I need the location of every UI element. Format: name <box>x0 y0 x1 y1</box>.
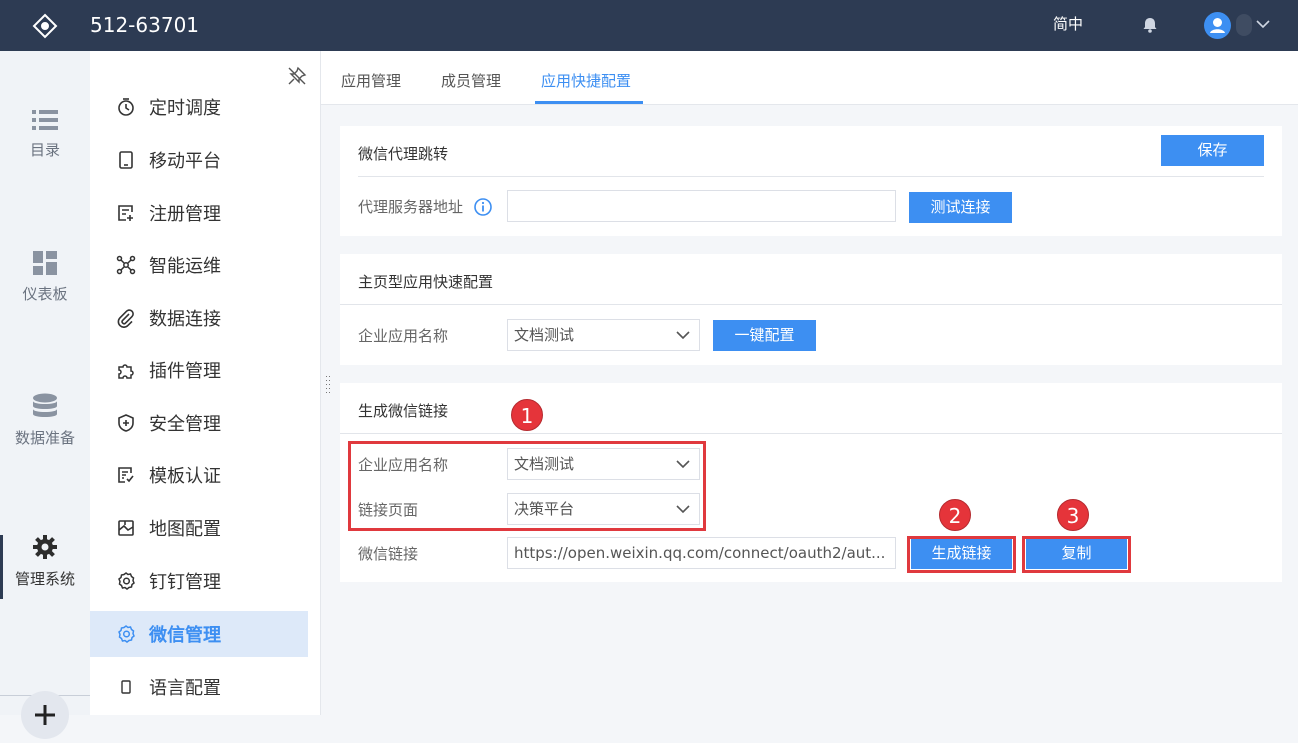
user-avatar[interactable] <box>1204 12 1231 39</box>
menu-item-register[interactable]: 注册管理 <box>90 190 308 236</box>
menu-item-template-auth[interactable]: 模板认证 <box>90 452 308 498</box>
quick-app-label: 企业应用名称 <box>358 327 449 345</box>
menu-item-security[interactable]: 安全管理 <box>90 400 308 446</box>
step-badge-1: 1 <box>511 399 543 431</box>
menu-item-label: 语言配置 <box>149 678 221 699</box>
rail-label: 仪表板 <box>22 285 68 303</box>
wechat-link-label: 微信链接 <box>358 545 419 563</box>
menu-item-label: 微信管理 <box>149 625 221 646</box>
chevron-down-icon <box>676 331 690 340</box>
menu-item-wechat[interactable]: 微信管理 <box>90 611 308 657</box>
map-icon <box>118 520 134 536</box>
template-icon <box>118 467 134 483</box>
rail-label: 目录 <box>29 141 60 159</box>
menu-item-label: 智能运维 <box>149 256 221 277</box>
plus-icon <box>35 705 55 725</box>
divider <box>358 176 1264 177</box>
rail-label: 管理系统 <box>14 570 75 588</box>
timer-icon <box>118 98 134 116</box>
menu-item-ops[interactable]: 智能运维 <box>90 242 308 288</box>
tab-quick-config[interactable]: 应用快捷配置 <box>541 70 631 91</box>
step-badge-2: 2 <box>939 499 971 531</box>
logo-icon[interactable] <box>32 13 58 39</box>
rail-item-catalog[interactable]: 目录 <box>0 109 90 160</box>
menu-item-data-connection[interactable]: 数据连接 <box>90 295 308 341</box>
active-tab-underline <box>535 101 643 104</box>
link-icon <box>117 309 134 328</box>
divider <box>340 433 1282 434</box>
menu-item-map[interactable]: 地图配置 <box>90 505 308 551</box>
chevron-down-icon[interactable] <box>1255 16 1271 32</box>
rail-item-dashboard[interactable]: 仪表板 <box>0 251 90 304</box>
menu-item-plugins[interactable]: 插件管理 <box>90 347 308 393</box>
one-click-config-button[interactable]: 一键配置 <box>713 320 816 351</box>
save-button[interactable]: 保存 <box>1161 135 1264 166</box>
menu-item-label: 注册管理 <box>149 204 221 225</box>
add-button[interactable] <box>21 691 69 739</box>
gear-small-icon <box>118 572 135 590</box>
rail-label: 数据准备 <box>14 429 75 447</box>
tab-app-management[interactable]: 应用管理 <box>341 70 401 91</box>
network-icon <box>116 255 136 275</box>
step-badge-3: 3 <box>1057 499 1089 531</box>
menu-item-label: 数据连接 <box>149 309 221 330</box>
user-name-masked <box>1236 14 1252 36</box>
top-bar: 512-63701 简中 <box>0 0 1298 51</box>
bell-icon[interactable] <box>1140 15 1160 35</box>
phone-icon <box>121 680 131 694</box>
puzzle-icon <box>118 364 134 379</box>
menu-item-label: 移动平台 <box>149 151 221 172</box>
menu-item-mobile[interactable]: 移动平台 <box>90 137 308 183</box>
menu-item-language[interactable]: 语言配置 <box>90 664 308 710</box>
rail-item-data-prep[interactable]: 数据准备 <box>0 393 90 448</box>
wechat-link-input[interactable]: https://open.weixin.qq.com/connect/oauth… <box>507 537 896 569</box>
database-icon <box>33 393 57 417</box>
proxy-section-title: 微信代理跳转 <box>358 145 449 163</box>
language-switch[interactable]: 简中 <box>1053 13 1083 34</box>
menu-item-label: 插件管理 <box>149 361 221 382</box>
menu-item-label: 定时调度 <box>149 98 221 119</box>
highlight-box-fields <box>348 441 706 531</box>
menu-item-label: 地图配置 <box>149 519 221 540</box>
menu-item-scheduler[interactable]: 定时调度 <box>90 84 308 130</box>
menu-item-label: 钉钉管理 <box>149 572 221 593</box>
gear-small-icon <box>118 625 135 643</box>
menu-item-label: 安全管理 <box>149 414 221 435</box>
menu-item-dingtalk[interactable]: 钉钉管理 <box>90 558 308 604</box>
app-title: 512-63701 <box>90 13 200 37</box>
generate-link-title: 生成微信链接 <box>358 402 449 420</box>
shield-icon <box>118 414 134 432</box>
quick-config-title: 主页型应用快速配置 <box>358 273 494 291</box>
list-icon <box>32 110 58 130</box>
resize-handle[interactable] <box>325 375 331 395</box>
highlight-box-generate <box>907 536 1016 573</box>
tab-member-management[interactable]: 成员管理 <box>441 70 501 91</box>
dashboard-icon <box>33 251 57 275</box>
proxy-server-label: 代理服务器地址 <box>358 198 464 216</box>
mobile-icon <box>119 151 133 169</box>
divider <box>340 304 1282 305</box>
test-connection-button[interactable]: 测试连接 <box>909 192 1012 223</box>
highlight-box-copy <box>1022 536 1131 573</box>
tab-bar: 应用管理 成员管理 应用快捷配置 <box>321 51 1298 105</box>
register-icon <box>118 205 133 221</box>
gear-icon <box>33 535 57 559</box>
menu-item-label: 模板认证 <box>149 466 221 487</box>
rail-item-admin[interactable]: 管理系统 <box>0 534 90 589</box>
quick-app-select[interactable]: 文档测试 <box>507 319 700 351</box>
proxy-server-input[interactable] <box>507 190 896 222</box>
pin-icon[interactable] <box>287 66 307 86</box>
left-rail: 目录 仪表板 数据准备 管理系统 <box>0 51 90 715</box>
quick-app-value: 文档测试 <box>514 326 575 344</box>
info-icon[interactable] <box>473 197 493 217</box>
rail-active-indicator <box>0 535 3 599</box>
